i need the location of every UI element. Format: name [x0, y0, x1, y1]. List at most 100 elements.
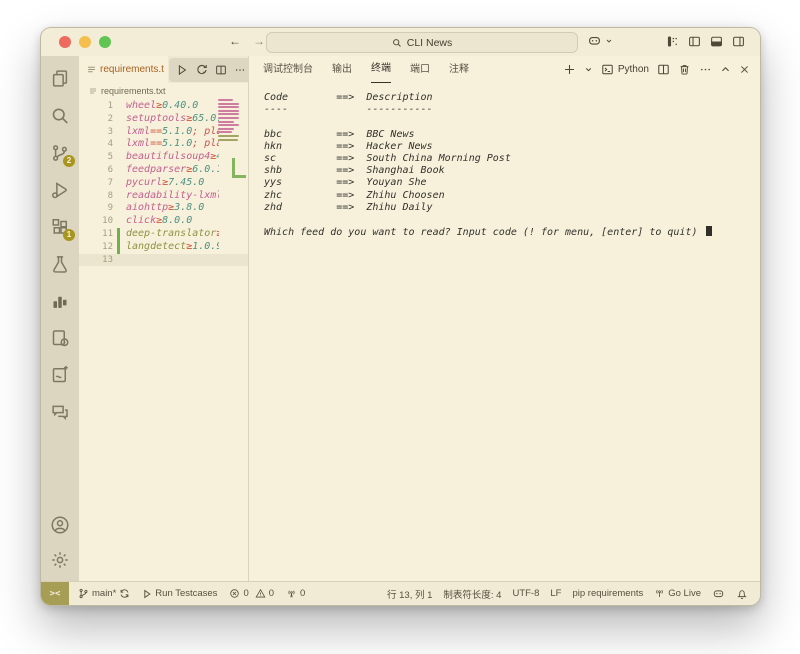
cursor-position-status[interactable]: 行 13, 列 1 — [387, 587, 432, 601]
panel-more-actions-icon[interactable] — [699, 63, 712, 76]
line-number: 2 — [79, 113, 113, 126]
branch-icon — [78, 588, 89, 599]
toggle-secondary-sidebar-icon[interactable] — [732, 35, 745, 48]
customize-layout-icon[interactable] — [666, 35, 679, 48]
line-number: 8 — [79, 190, 113, 203]
comments-icon[interactable] — [49, 401, 71, 423]
branch-status[interactable]: main* — [78, 588, 130, 599]
search-sidebar-icon[interactable] — [49, 105, 71, 127]
search-icon — [392, 38, 402, 48]
git-added-gutter — [117, 228, 120, 241]
tab-requirements-txt[interactable]: requirements.txt — [79, 56, 168, 83]
back-arrow-icon[interactable]: ← — [229, 34, 241, 48]
ports-status[interactable]: 0 — [286, 588, 305, 599]
code-text: lxml==5.1.0; plat — [126, 138, 219, 151]
terminal-profile-chevron-icon[interactable] — [584, 65, 593, 74]
gutter — [117, 177, 120, 190]
encoding-status[interactable]: UTF-8 — [512, 588, 539, 599]
copilot-menu[interactable] — [587, 33, 613, 48]
code-line[interactable]: 11deep-translator≥1.11.4 — [79, 228, 248, 241]
close-panel-icon[interactable] — [739, 64, 750, 75]
ports-count: 0 — [300, 588, 305, 599]
code-text: pycurl≥7.45.0 — [126, 177, 219, 190]
more-actions-icon[interactable] — [234, 64, 246, 76]
code-line[interactable]: 10click≥8.0.0 — [79, 215, 248, 228]
gutter — [117, 100, 120, 113]
tab-output[interactable]: 输出 — [332, 57, 352, 83]
code-line[interactable]: 7pycurl≥7.45.0 — [79, 177, 248, 190]
split-terminal-icon[interactable] — [657, 63, 670, 76]
line-number: 11 — [79, 228, 113, 241]
code-line[interactable]: 8readability-lxml≥0.8.1 — [79, 190, 248, 203]
run-testcases-label: Run Testcases — [155, 588, 217, 599]
toggle-primary-sidebar-icon[interactable] — [688, 35, 701, 48]
extensions-icon[interactable]: 1 — [49, 216, 71, 238]
language-mode-status[interactable]: pip requirements — [572, 588, 643, 599]
zoom-window-button[interactable] — [99, 36, 111, 48]
forward-arrow-icon[interactable]: → — [253, 34, 265, 48]
line-number: 4 — [79, 138, 113, 151]
notifications-bell-icon[interactable] — [736, 588, 748, 600]
go-live-button[interactable]: Go Live — [654, 588, 701, 599]
breadcrumb[interactable]: requirements.txt — [79, 83, 248, 99]
close-window-button[interactable] — [59, 36, 71, 48]
go-live-icon — [654, 588, 665, 599]
code-text: feedparser≥6.0.10 — [126, 164, 219, 177]
settings-gear-icon[interactable] — [49, 549, 71, 571]
code-line[interactable]: 13 — [79, 254, 248, 267]
line-number: 5 — [79, 151, 113, 164]
line-number: 12 — [79, 241, 113, 254]
run-debug-icon[interactable] — [49, 179, 71, 201]
code-text: wheel≥0.40.0 — [126, 100, 219, 113]
testing-icon[interactable] — [49, 253, 71, 275]
run-python-file-icon[interactable] — [176, 64, 188, 76]
copilot-status-icon[interactable] — [712, 587, 725, 600]
notebook-new-icon[interactable] — [49, 364, 71, 386]
code-line[interactable]: 9aiohttp≥3.8.0 — [79, 202, 248, 215]
indentation-status[interactable]: 制表符长度: 4 — [443, 587, 501, 601]
activity-bar: 2 1 — [41, 56, 79, 581]
code-line[interactable]: 5beautifulsoup4≥4.12.0 — [79, 151, 248, 164]
kill-terminal-icon[interactable] — [678, 63, 691, 76]
problems-status[interactable]: 0 0 — [229, 588, 274, 599]
panel: 调试控制台 输出 终端 端口 注释 Python — [249, 56, 760, 581]
code-editor[interactable]: 1wheel≥0.40.02setuptools≥65.0.13lxml==5.… — [79, 99, 248, 581]
source-control-icon[interactable]: 2 — [49, 142, 71, 164]
eol-status[interactable]: LF — [550, 588, 561, 599]
window-title: CLI News — [407, 37, 453, 49]
terminal-instance-python[interactable]: Python — [601, 63, 649, 76]
file-icon — [87, 65, 96, 74]
account-icon[interactable] — [49, 514, 71, 536]
tab-ports[interactable]: 端口 — [410, 57, 430, 83]
new-terminal-icon[interactable] — [563, 63, 576, 76]
tab-debug-console[interactable]: 调试控制台 — [263, 57, 313, 83]
terminal-cursor — [706, 226, 712, 236]
remote-explorer-icon[interactable] — [49, 327, 71, 349]
toggle-panel-icon[interactable] — [710, 35, 723, 48]
line-number: 3 — [79, 126, 113, 139]
editor-tab-bar: requirements.txt — [79, 56, 248, 83]
command-center-search[interactable]: CLI News — [266, 32, 578, 53]
explorer-icon[interactable] — [49, 68, 71, 90]
line-number: 6 — [79, 164, 113, 177]
minimize-window-button[interactable] — [79, 36, 91, 48]
split-editor-icon[interactable] — [215, 64, 227, 76]
gutter — [117, 138, 120, 151]
maximize-panel-icon[interactable] — [720, 64, 731, 75]
code-text: lxml==5.1.0; plat — [126, 126, 219, 139]
line-number: 13 — [79, 254, 113, 267]
panel-actions: Python — [563, 63, 750, 76]
code-text: setuptools≥65.0.1 — [126, 113, 219, 126]
code-line[interactable]: 12langdetect≥1.0.9 — [79, 241, 248, 254]
warning-count: 0 — [269, 588, 274, 599]
run-or-debug-icon[interactable] — [195, 63, 208, 76]
tab-comments[interactable]: 注释 — [449, 57, 469, 83]
code-line[interactable]: 6 feedparser≥6.0.10 — [79, 164, 248, 177]
terminal-output[interactable]: Code ==> Description---- -----------bbc … — [249, 83, 760, 581]
copilot-icon — [587, 33, 602, 48]
tab-terminal[interactable]: 终端 — [371, 56, 391, 83]
chart-extension-icon[interactable] — [49, 290, 71, 312]
run-testcases-button[interactable]: Run Testcases — [142, 588, 217, 599]
remote-indicator[interactable]: >< — [41, 582, 69, 605]
minimap[interactable] — [218, 99, 240, 146]
